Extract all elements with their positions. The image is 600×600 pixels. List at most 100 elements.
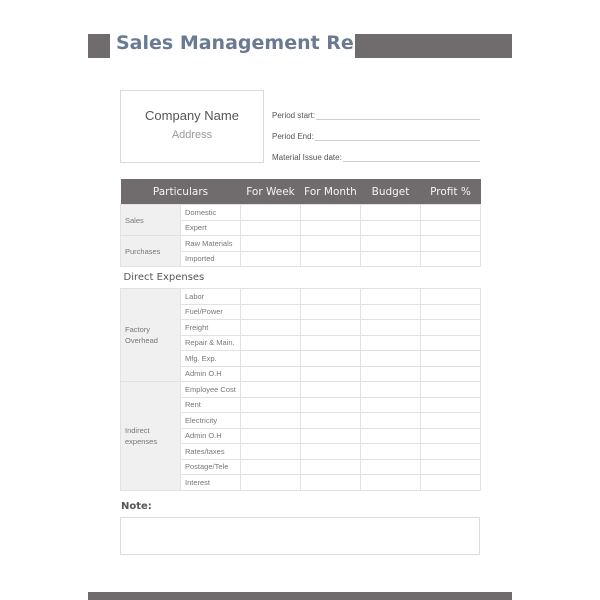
cell-week[interactable] (240, 204, 301, 221)
cell-profit[interactable] (420, 381, 481, 398)
cell-month[interactable] (300, 381, 361, 398)
item-label: Repair & Main. (180, 334, 241, 351)
cell-week[interactable] (240, 319, 301, 336)
cell-budget[interactable] (360, 334, 421, 351)
cell-month[interactable] (300, 396, 361, 413)
period-end-field[interactable]: Period End: (272, 120, 480, 141)
table-header-row: Particulars For Week For Month Budget Pr… (120, 179, 481, 205)
header-accent-right (355, 34, 512, 58)
cell-profit[interactable] (420, 219, 481, 236)
cell-profit[interactable] (420, 250, 481, 267)
period-start-input[interactable] (316, 110, 480, 120)
cell-month[interactable] (300, 427, 361, 444)
period-end-label: Period End: (272, 132, 314, 141)
cell-profit[interactable] (420, 350, 481, 367)
header-accent-left (88, 34, 110, 58)
cell-week[interactable] (240, 427, 301, 444)
cell-month[interactable] (300, 350, 361, 367)
item-label: Imported (180, 250, 241, 267)
footer-bar (88, 592, 512, 600)
cell-profit[interactable] (420, 412, 481, 429)
cell-week[interactable] (240, 288, 301, 305)
cell-week[interactable] (240, 219, 301, 236)
note-input[interactable] (120, 517, 480, 555)
material-issue-date-input[interactable] (342, 152, 480, 162)
cell-budget[interactable] (360, 303, 421, 320)
col-header-profit: Profit % (420, 179, 481, 205)
cell-profit[interactable] (420, 474, 481, 491)
cell-budget[interactable] (360, 427, 421, 444)
item-label: Admin O.H (180, 427, 241, 444)
cell-profit[interactable] (420, 365, 481, 382)
cell-budget[interactable] (360, 235, 421, 252)
table-row: Sales Domestic (120, 204, 481, 236)
cell-week[interactable] (240, 474, 301, 491)
item-label: Rates/taxes (180, 443, 241, 460)
cell-month[interactable] (300, 250, 361, 267)
cell-month[interactable] (300, 474, 361, 491)
item-label: Labor (180, 288, 241, 305)
cell-budget[interactable] (360, 381, 421, 398)
cell-budget[interactable] (360, 204, 421, 221)
cell-profit[interactable] (420, 303, 481, 320)
cell-budget[interactable] (360, 319, 421, 336)
cell-week[interactable] (240, 350, 301, 367)
cell-profit[interactable] (420, 458, 481, 475)
cell-week[interactable] (240, 412, 301, 429)
company-name[interactable]: Company Name (121, 108, 263, 123)
cell-budget[interactable] (360, 412, 421, 429)
cell-profit[interactable] (420, 443, 481, 460)
cell-week[interactable] (240, 381, 301, 398)
cell-week[interactable] (240, 396, 301, 413)
cell-budget[interactable] (360, 458, 421, 475)
cell-month[interactable] (300, 458, 361, 475)
note-label: Note: (121, 501, 152, 512)
col-header-particulars: Particulars (120, 179, 241, 205)
cell-profit[interactable] (420, 204, 481, 221)
cell-budget[interactable] (360, 443, 421, 460)
cell-budget[interactable] (360, 396, 421, 413)
cell-profit[interactable] (420, 334, 481, 351)
cell-profit[interactable] (420, 427, 481, 444)
cell-week[interactable] (240, 443, 301, 460)
cell-month[interactable] (300, 288, 361, 305)
cell-week[interactable] (240, 458, 301, 475)
item-label: Postage/Tele (180, 458, 241, 475)
cell-budget[interactable] (360, 288, 421, 305)
period-start-field[interactable]: Period start: (272, 99, 480, 120)
cell-profit[interactable] (420, 319, 481, 336)
cell-budget[interactable] (360, 350, 421, 367)
material-issue-date-field[interactable]: Material Issue date: (272, 141, 480, 162)
cell-month[interactable] (300, 219, 361, 236)
cell-week[interactable] (240, 250, 301, 267)
cell-week[interactable] (240, 235, 301, 252)
period-end-input[interactable] (314, 131, 480, 141)
cell-month[interactable] (300, 235, 361, 252)
item-label: Electricity (180, 412, 241, 429)
company-address[interactable]: Address (121, 129, 263, 141)
cell-budget[interactable] (360, 250, 421, 267)
item-label: Employee Cost (180, 381, 241, 398)
cell-profit[interactable] (420, 288, 481, 305)
cell-week[interactable] (240, 334, 301, 351)
cell-month[interactable] (300, 319, 361, 336)
cell-month[interactable] (300, 365, 361, 382)
table-row: Indirect expenses Employee Cost (120, 381, 481, 491)
cell-week[interactable] (240, 303, 301, 320)
cell-budget[interactable] (360, 219, 421, 236)
col-header-for-month: For Month (300, 179, 361, 205)
item-label: Domestic (180, 204, 241, 221)
cell-month[interactable] (300, 334, 361, 351)
cell-month[interactable] (300, 443, 361, 460)
item-label: Raw Materials (180, 235, 241, 252)
cell-profit[interactable] (420, 235, 481, 252)
cell-week[interactable] (240, 365, 301, 382)
cell-budget[interactable] (360, 365, 421, 382)
cell-budget[interactable] (360, 474, 421, 491)
section-row: Direct Expenses (120, 266, 481, 289)
cell-profit[interactable] (420, 396, 481, 413)
cell-month[interactable] (300, 303, 361, 320)
company-box: Company Name Address (120, 90, 264, 163)
cell-month[interactable] (300, 204, 361, 221)
cell-month[interactable] (300, 412, 361, 429)
